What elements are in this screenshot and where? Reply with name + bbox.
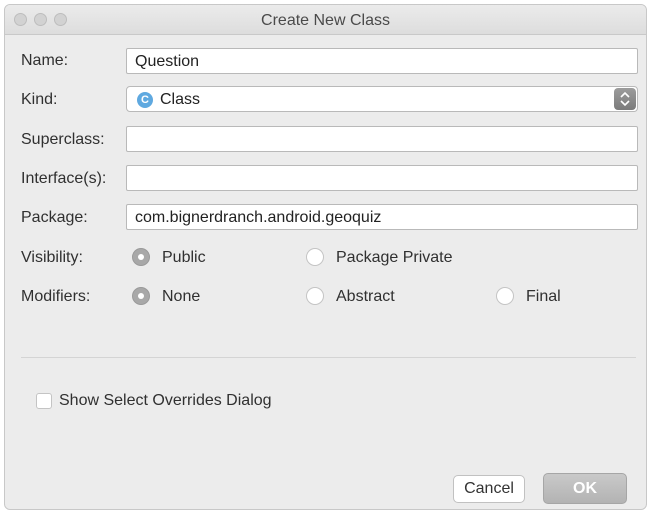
visibility-public-label[interactable]: Public — [162, 249, 206, 267]
kind-label: Kind: — [21, 91, 58, 108]
name-label: Name: — [21, 52, 69, 69]
kind-select[interactable]: C Class — [126, 86, 638, 112]
modifiers-label: Modifiers: — [21, 288, 91, 305]
interfaces-input[interactable] — [126, 165, 638, 191]
show-overrides-checkbox[interactable] — [36, 393, 52, 409]
show-overrides-label[interactable]: Show Select Overrides Dialog — [59, 392, 272, 410]
modifiers-none-label[interactable]: None — [162, 288, 200, 306]
modifiers-none-radio[interactable] — [132, 287, 150, 305]
visibility-package-private-label[interactable]: Package Private — [336, 249, 453, 267]
package-input[interactable]: com.bignerdranch.android.geoquiz — [126, 204, 638, 230]
modifiers-final-radio[interactable] — [496, 287, 514, 305]
superclass-label: Superclass: — [21, 131, 105, 148]
ok-button[interactable]: OK — [543, 473, 627, 504]
superclass-input[interactable] — [126, 126, 638, 152]
class-icon: C — [137, 92, 153, 108]
cancel-button[interactable]: Cancel — [453, 475, 525, 503]
modifiers-abstract-radio[interactable] — [306, 287, 324, 305]
visibility-package-private-radio[interactable] — [306, 248, 324, 266]
kind-value: Class — [160, 91, 201, 108]
section-divider — [21, 357, 636, 358]
package-label: Package: — [21, 209, 88, 226]
modifiers-final-label[interactable]: Final — [526, 288, 561, 306]
visibility-public-radio[interactable] — [132, 248, 150, 266]
visibility-label: Visibility: — [21, 249, 83, 266]
modifiers-abstract-label[interactable]: Abstract — [336, 288, 395, 306]
title-bar: Create New Class — [5, 5, 646, 35]
up-down-chevron-icon — [620, 91, 630, 107]
create-class-dialog: Create New Class Name: Question Kind: C … — [4, 4, 647, 510]
kind-dropdown-stepper[interactable] — [614, 88, 636, 110]
name-input[interactable]: Question — [126, 48, 638, 74]
interfaces-label: Interface(s): — [21, 170, 107, 187]
window-title: Create New Class — [261, 12, 390, 29]
